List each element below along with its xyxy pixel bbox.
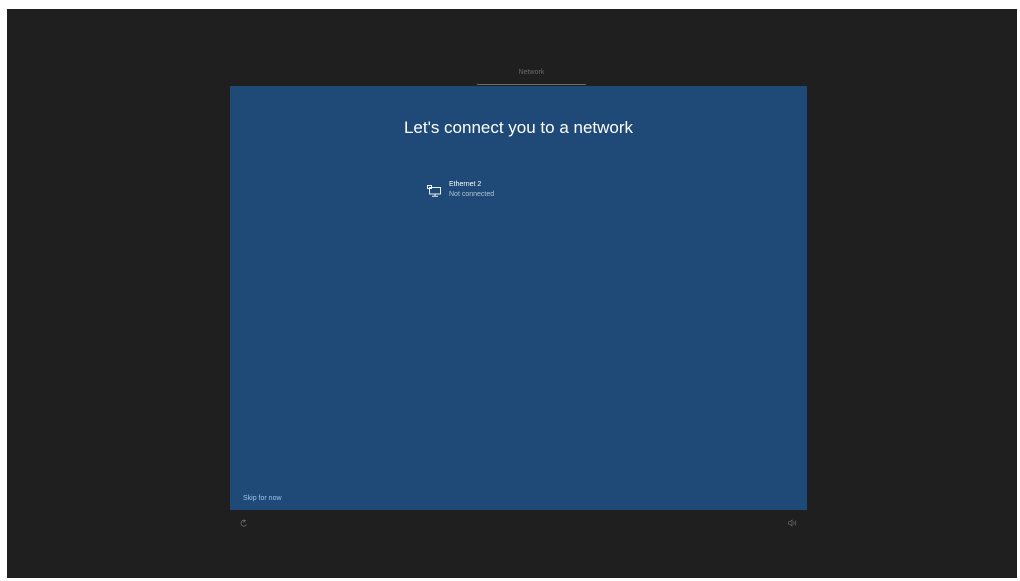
network-panel: Let's connect you to a network Ethernet … (230, 86, 807, 510)
ease-of-access-icon[interactable] (240, 519, 248, 527)
setup-screen: Network Let's connect you to a network E… (7, 9, 1017, 578)
network-name: Ethernet 2 (449, 181, 482, 188)
step-indicator (477, 84, 586, 85)
skip-for-now-link[interactable]: Skip for now (243, 495, 282, 502)
network-status: Not connected (449, 191, 495, 198)
network-item-ethernet-2[interactable]: Ethernet 2 Not connected (427, 181, 557, 203)
volume-icon[interactable] (788, 519, 798, 527)
ethernet-icon (427, 185, 441, 197)
page-title: Let's connect you to a network (403, 118, 634, 137)
step-label-network: Network (518, 69, 545, 76)
